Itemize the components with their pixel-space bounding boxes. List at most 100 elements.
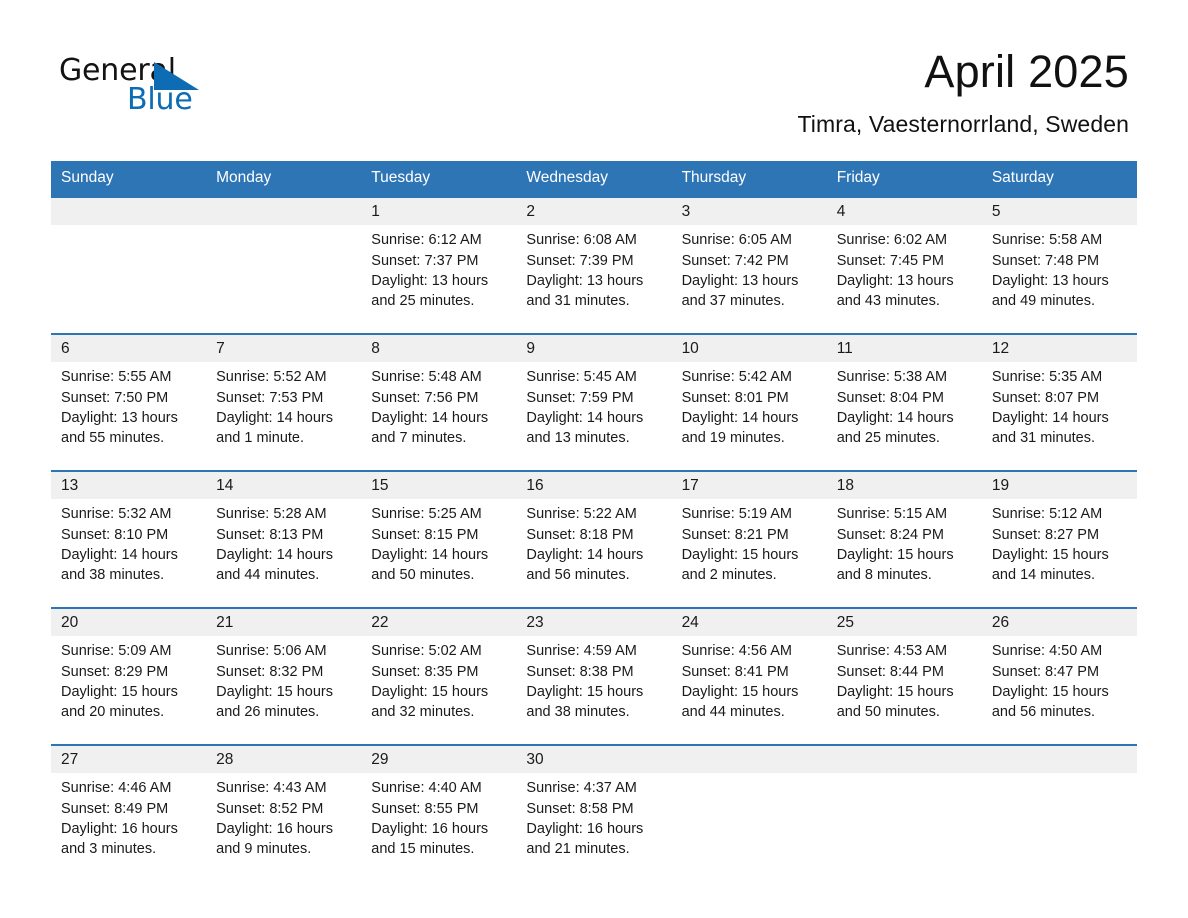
day-detail-line: and 9 minutes. — [216, 841, 312, 858]
day-detail-line: Daylight: 14 hours — [216, 547, 334, 564]
day-detail-line: Sunset: 7:45 PM — [836, 252, 944, 269]
day-detail-line: Sunset: 8:27 PM — [991, 526, 1100, 543]
calendar-day-cell[interactable]: 3 Sunrise: 6:05 AM Sunset: 7:42 PM Daylight… — [672, 198, 827, 333]
day-detail-line: and 44 minutes. — [216, 567, 320, 584]
day-detail-line: Daylight: 14 hours — [216, 410, 334, 427]
weekday-header-friday: Friday — [836, 168, 880, 186]
calendar-day-cell[interactable]: 25 Sunrise: 4:53 AM Sunset: 8:44 PM Dayligh… — [827, 609, 982, 744]
day-detail-line: Daylight: 15 hours — [216, 684, 334, 701]
calendar-day-cell[interactable]: 22 Sunrise: 5:02 AM Sunset: 8:35 PM Dayligh… — [361, 609, 516, 744]
calendar-day-cell[interactable]: 19 Sunrise: 5:12 AM Sunset: 8:27 PM Dayligh… — [982, 472, 1137, 607]
calendar-day-cell[interactable]: 17 Sunrise: 5:19 AM Sunset: 8:21 PM Dayligh… — [672, 472, 827, 607]
day-detail-line: and 2 minutes. — [681, 567, 777, 584]
day-number — [61, 198, 196, 225]
day-detail-line: Sunrise: 6:08 AM — [526, 232, 637, 249]
day-detail-line: Sunset: 8:04 PM — [836, 389, 944, 406]
day-detail-line: and 26 minutes. — [216, 704, 320, 721]
calendar-day-cell[interactable]: 10 Sunrise: 5:42 AM Sunset: 8:01 PM Dayligh… — [672, 335, 827, 470]
day-detail-line: Sunrise: 5:58 AM — [991, 232, 1103, 249]
day-detail-line: and 32 minutes. — [371, 704, 475, 721]
calendar-body: 1 Sunrise: 6:12 AM Sunset: 7:37 PM Daylight… — [51, 196, 1137, 875]
day-detail-line: Daylight: 14 hours — [681, 410, 799, 427]
day-detail-line: and 38 minutes. — [526, 704, 630, 721]
calendar-day-cell[interactable]: 8 Sunrise: 5:48 AM Sunset: 7:56 PM Daylight… — [361, 335, 516, 470]
day-details: Sunrise: 5:45 AM Sunset: 7:59 PM Daylight:… — [526, 362, 661, 448]
day-detail-line: Sunset: 8:49 PM — [61, 800, 169, 817]
calendar-day-cell[interactable]: 11 Sunrise: 5:38 AM Sunset: 8:04 PM Dayligh… — [827, 335, 982, 470]
calendar-day-cell[interactable]: 26 Sunrise: 4:50 AM Sunset: 8:47 PM Dayligh… — [982, 609, 1137, 744]
day-detail-line: and 19 minutes. — [681, 430, 785, 447]
calendar-day-cell[interactable]: 5 Sunrise: 5:58 AM Sunset: 7:48 PM Daylight… — [982, 198, 1137, 333]
day-detail-line: and 15 minutes. — [371, 841, 475, 858]
day-detail-line: and 13 minutes. — [526, 430, 630, 447]
day-detail-line: Sunrise: 5:15 AM — [836, 506, 948, 523]
day-details: Sunrise: 4:56 AM Sunset: 8:41 PM Daylight:… — [682, 636, 817, 722]
day-detail-line: Daylight: 15 hours — [681, 684, 799, 701]
day-details: Sunrise: 5:42 AM Sunset: 8:01 PM Daylight:… — [682, 362, 817, 448]
day-number: 4 — [836, 203, 846, 221]
calendar-day-cell[interactable]: 15 Sunrise: 5:25 AM Sunset: 8:15 PM Dayligh… — [361, 472, 516, 607]
calendar-day-cell[interactable]: 23 Sunrise: 4:59 AM Sunset: 8:38 PM Dayligh… — [516, 609, 671, 744]
day-details: Sunrise: 5:02 AM Sunset: 8:35 PM Daylight:… — [371, 636, 506, 722]
calendar-day-cell[interactable]: 13 Sunrise: 5:32 AM Sunset: 8:10 PM Dayligh… — [51, 472, 206, 607]
day-detail-line: and 8 minutes. — [836, 567, 932, 584]
day-detail-line: Sunrise: 6:12 AM — [371, 232, 482, 249]
day-detail-line: Sunrise: 6:05 AM — [681, 232, 792, 249]
calendar-day-cell[interactable]: 27 Sunrise: 4:46 AM Sunset: 8:49 PM Dayligh… — [51, 746, 206, 874]
calendar-week-row: 20 Sunrise: 5:09 AM Sunset: 8:29 PM Dayligh… — [51, 607, 1137, 745]
day-number: 1 — [371, 203, 380, 221]
day-details — [61, 225, 196, 230]
calendar-day-cell[interactable]: 24 Sunrise: 4:56 AM Sunset: 8:41 PM Dayligh… — [672, 609, 827, 744]
day-number: 2 — [526, 203, 536, 221]
calendar-day-cell[interactable]: 6 Sunrise: 5:55 AM Sunset: 7:50 PM Daylight… — [51, 335, 206, 470]
calendar-day-cell[interactable]: 14 Sunrise: 5:28 AM Sunset: 8:13 PM Dayligh… — [206, 472, 361, 607]
calendar-day-cell[interactable]: 7 Sunrise: 5:52 AM Sunset: 7:53 PM Daylight… — [206, 335, 361, 470]
day-detail-line: Daylight: 15 hours — [991, 547, 1109, 564]
day-number: 25 — [836, 614, 854, 632]
general-blue-logo[interactable]: General Blue — [59, 46, 219, 122]
day-detail-line: Sunrise: 5:48 AM — [371, 369, 482, 386]
weekday-header-monday: Monday — [216, 168, 272, 186]
location-subtitle: Timra, Vaesternorrland, Sweden — [797, 111, 1129, 138]
day-details: Sunrise: 4:46 AM Sunset: 8:49 PM Daylight:… — [61, 773, 196, 859]
day-detail-line: Sunset: 8:18 PM — [526, 526, 634, 543]
calendar-day-cell[interactable]: 12 Sunrise: 5:35 AM Sunset: 8:07 PM Dayligh… — [982, 335, 1137, 470]
day-number: 22 — [371, 614, 389, 632]
day-detail-line: Daylight: 14 hours — [836, 410, 954, 427]
calendar-day-cell[interactable]: 28 Sunrise: 4:43 AM Sunset: 8:52 PM Dayligh… — [206, 746, 361, 874]
day-detail-line: Daylight: 13 hours — [61, 410, 178, 427]
day-detail-line: and 49 minutes. — [991, 293, 1096, 310]
day-detail-line: Sunset: 8:58 PM — [526, 800, 634, 817]
day-number: 23 — [526, 614, 544, 632]
calendar-day-cell[interactable]: 9 Sunrise: 5:45 AM Sunset: 7:59 PM Daylight… — [516, 335, 671, 470]
title-block: April 2025 Timra, Vaesternorrland, Swede… — [219, 46, 1129, 139]
day-details: Sunrise: 5:06 AM Sunset: 8:32 PM Daylight:… — [216, 636, 351, 722]
calendar-day-cell[interactable]: 29 Sunrise: 4:40 AM Sunset: 8:55 PM Dayligh… — [361, 746, 516, 874]
calendar-day-cell[interactable]: 4 Sunrise: 6:02 AM Sunset: 7:45 PM Daylight… — [827, 198, 982, 333]
day-detail-line: and 55 minutes. — [61, 430, 165, 447]
calendar-week-row: 13 Sunrise: 5:32 AM Sunset: 8:10 PM Dayligh… — [51, 470, 1137, 608]
day-detail-line: Sunrise: 5:25 AM — [371, 506, 482, 523]
day-number: 9 — [526, 340, 536, 358]
calendar-day-cell[interactable]: 16 Sunrise: 5:22 AM Sunset: 8:18 PM Dayligh… — [516, 472, 671, 607]
day-detail-line: Sunset: 7:48 PM — [991, 252, 1100, 269]
day-detail-line: Sunset: 7:42 PM — [681, 252, 789, 269]
day-detail-line: Sunset: 8:13 PM — [216, 526, 324, 543]
calendar-day-cell[interactable]: 30 Sunrise: 4:37 AM Sunset: 8:58 PM Dayligh… — [516, 746, 671, 874]
day-details: Sunrise: 4:53 AM Sunset: 8:44 PM Daylight:… — [837, 636, 972, 722]
day-details: Sunrise: 5:19 AM Sunset: 8:21 PM Daylight:… — [682, 499, 817, 585]
day-details: Sunrise: 4:59 AM Sunset: 8:38 PM Daylight:… — [526, 636, 661, 722]
calendar-day-cell[interactable]: 20 Sunrise: 5:09 AM Sunset: 8:29 PM Dayligh… — [51, 609, 206, 744]
calendar-day-cell[interactable]: 18 Sunrise: 5:15 AM Sunset: 8:24 PM Dayligh… — [827, 472, 982, 607]
day-details: Sunrise: 6:08 AM Sunset: 7:39 PM Daylight:… — [526, 225, 661, 311]
day-details: Sunrise: 5:38 AM Sunset: 8:04 PM Daylight:… — [837, 362, 972, 448]
day-details: Sunrise: 5:55 AM Sunset: 7:50 PM Daylight:… — [61, 362, 196, 448]
day-detail-line: Daylight: 13 hours — [371, 273, 489, 290]
calendar-day-cell[interactable]: 1 Sunrise: 6:12 AM Sunset: 7:37 PM Daylight… — [361, 198, 516, 333]
day-details — [216, 225, 351, 230]
day-detail-line: Daylight: 16 hours — [216, 821, 334, 838]
calendar-day-cell[interactable]: 21 Sunrise: 5:06 AM Sunset: 8:32 PM Dayligh… — [206, 609, 361, 744]
calendar-day-cell[interactable]: 2 Sunrise: 6:08 AM Sunset: 7:39 PM Daylight… — [516, 198, 671, 333]
day-detail-line: and 37 minutes. — [681, 293, 785, 310]
day-detail-line: Sunset: 8:10 PM — [61, 526, 169, 543]
